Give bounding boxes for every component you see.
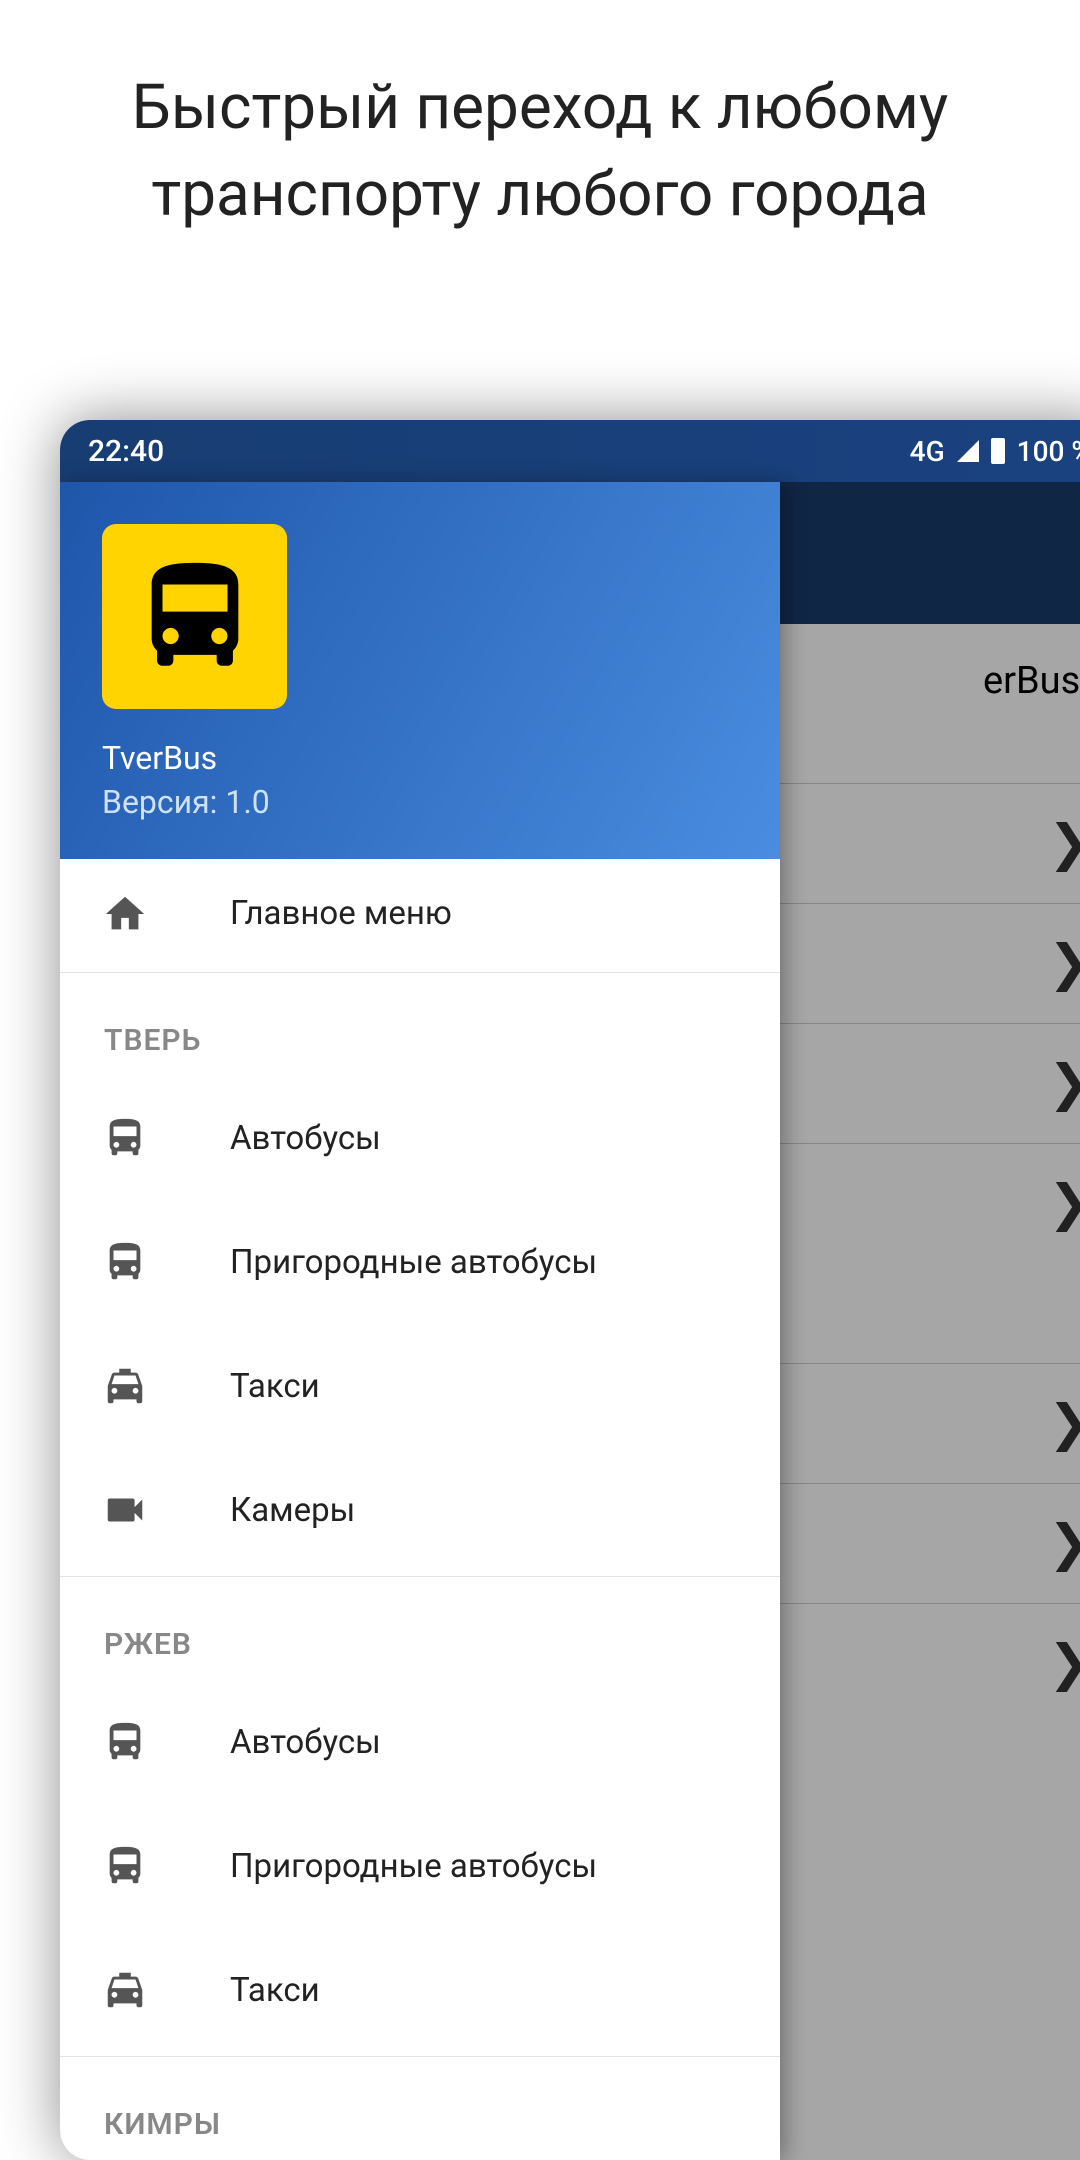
taxi-icon [100,1965,150,2015]
bus-icon [100,1113,150,1163]
app-logo-icon [102,524,287,709]
drawer-item-label: Пригородные автобусы [230,1847,597,1886]
drawer-item-label: Пригородные автобусы [230,1243,597,1282]
bus-icon [130,552,260,682]
drawer-item-label: Камеры [230,1491,355,1530]
drawer-item[interactable]: Такси [60,1928,780,2052]
bus-icon [100,1717,150,1767]
camera-icon [100,1485,150,1535]
promo-headline: Быстрый переход к любому транспорту любо… [0,0,1080,239]
drawer-section-header: ТВЕРЬ [60,973,780,1076]
status-right: 4G 100 % [910,435,1080,468]
drawer-item-label: Автобусы [230,1119,381,1158]
drawer-app-name: TverBus [102,739,738,777]
drawer-app-version: Версия: 1.0 [102,783,738,821]
home-icon [100,889,150,939]
signal-icon [957,440,979,462]
drawer-item-label: Главное меню [230,894,452,933]
drawer-item[interactable]: Такси [60,1324,780,1448]
drawer-item[interactable]: Автобусы [60,1680,780,1804]
drawer-section-header: РЖЕВ [60,1577,780,1680]
battery-icon [991,438,1005,464]
phone-frame: 22:40 4G 100 % о erBus! ❯❯❯❯❯❯❯ TverBus … [60,420,1080,2160]
drawer-item[interactable]: Камеры [60,1448,780,1572]
taxi-icon [100,1361,150,1411]
nav-drawer[interactable]: TverBus Версия: 1.0 Главное меню ТВЕРЬ Ав… [60,482,780,2160]
drawer-header: TverBus Версия: 1.0 [60,482,780,859]
drawer-item-label: Такси [230,1367,320,1406]
drawer-section-header: КИМРЫ [60,2057,780,2160]
status-network-label: 4G [910,435,945,468]
bus-icon [100,1841,150,1891]
drawer-item-main-menu[interactable]: Главное меню [60,859,780,968]
drawer-item[interactable]: Пригородные автобусы [60,1804,780,1928]
status-battery-label: 100 % [1017,435,1080,468]
drawer-item[interactable]: Автобусы [60,1076,780,1200]
status-bar: 22:40 4G 100 % [60,420,1080,482]
drawer-item-label: Такси [230,1971,320,2010]
bus-icon [100,1237,150,1287]
status-time: 22:40 [88,434,164,469]
drawer-item[interactable]: Пригородные автобусы [60,1200,780,1324]
drawer-item-label: Автобусы [230,1723,381,1762]
